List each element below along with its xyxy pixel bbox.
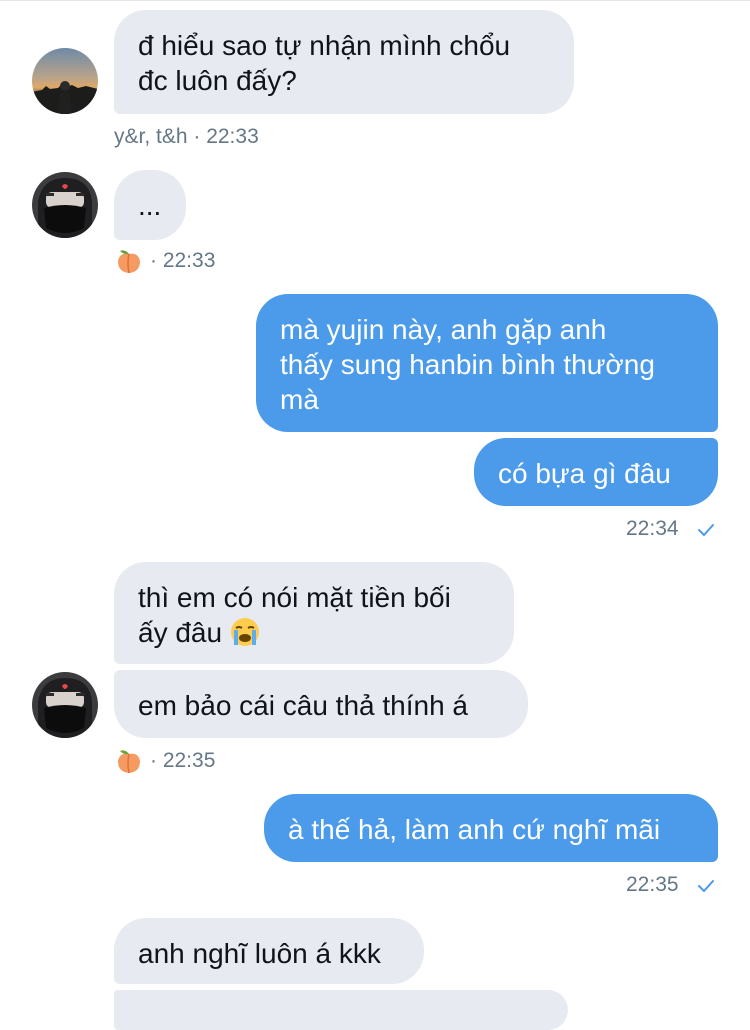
- top-divider: [0, 0, 750, 1]
- avatar-sender-1[interactable]: [32, 48, 98, 114]
- message-text: đc luôn đấy?: [138, 65, 297, 96]
- peach-emoji-icon: [118, 250, 140, 274]
- peach-emoji-icon: [118, 750, 140, 774]
- incoming-message-bubble[interactable]: thì em có nói mặt tiền bối ấy đâu: [114, 562, 514, 664]
- message-text: mà yujin này, anh gặp anh: [280, 314, 607, 345]
- message-meta: · 22:33: [150, 249, 216, 272]
- message-meta: y&r, t&h · 22:33: [114, 125, 259, 148]
- message-meta: · 22:35: [150, 749, 216, 772]
- message-text: thấy sung hanbin bình thường: [280, 349, 655, 380]
- outgoing-message-bubble[interactable]: mà yujin này, anh gặp anh thấy sung hanb…: [256, 294, 718, 432]
- message-time: 22:35: [626, 873, 679, 896]
- avatar-sender-2[interactable]: [32, 672, 98, 738]
- outgoing-message-bubble[interactable]: à thế hả, làm anh cứ nghĩ mãi: [264, 794, 718, 862]
- message-text: ấy đâu: [138, 617, 223, 648]
- message-text: có bựa gì đâu: [498, 458, 671, 489]
- avatar-sender-2[interactable]: [32, 172, 98, 238]
- message-text: em bảo cái câu thả thính á: [138, 690, 468, 721]
- outgoing-message-bubble[interactable]: có bựa gì đâu: [474, 438, 718, 506]
- incoming-message-bubble[interactable]: anh nghĩ luôn á kkk: [114, 918, 424, 984]
- message-text: mà: [280, 384, 319, 415]
- incoming-message-bubble[interactable]: ...: [114, 170, 186, 240]
- message-text: anh nghĩ luôn á kkk: [138, 938, 381, 969]
- message-text: đ hiểu sao tự nhận mình chổu: [138, 30, 511, 61]
- incoming-message-bubble[interactable]: đ hiểu sao tự nhận mình chổu đc luôn đấy…: [114, 10, 574, 114]
- message-text: à thế hả, làm anh cứ nghĩ mãi: [288, 814, 661, 845]
- message-time: 22:34: [626, 517, 679, 540]
- incoming-message-bubble-partial[interactable]: [114, 990, 568, 1030]
- message-text: ...: [138, 190, 162, 221]
- incoming-message-bubble[interactable]: em bảo cái câu thả thính á: [114, 670, 528, 738]
- checkmark-icon: [698, 524, 714, 536]
- loudly-crying-face-emoji-icon: [230, 618, 259, 646]
- checkmark-icon: [698, 880, 714, 892]
- message-text: thì em có nói mặt tiền bối: [138, 582, 451, 613]
